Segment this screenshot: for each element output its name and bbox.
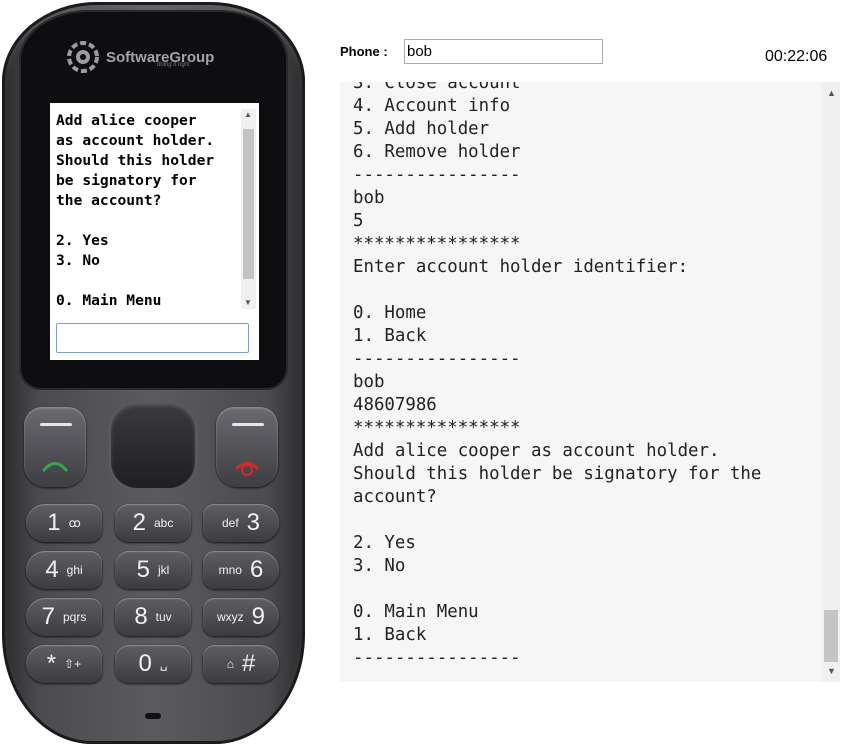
key-hash[interactable]: ⌂ #: [203, 645, 279, 683]
left-softkey[interactable]: [24, 407, 86, 487]
phone-screen-input[interactable]: [56, 323, 249, 353]
key-letters: ghi: [66, 563, 83, 577]
brand-tagline: doing it right: [157, 62, 190, 68]
key-digit: 3: [246, 509, 261, 536]
session-log-text: 3. Close account 4. Account info 5. Add …: [353, 82, 762, 668]
scroll-thumb[interactable]: [824, 610, 838, 662]
key-digit: 7: [41, 603, 55, 630]
key-digit: *: [46, 650, 57, 677]
scroll-up-icon[interactable]: ▲: [827, 88, 836, 98]
key-digit: 8: [134, 603, 148, 630]
key-letters: jkl: [158, 563, 170, 577]
key-digit: 5: [136, 556, 150, 583]
softkey-bar: [232, 423, 264, 426]
session-log-scrollbar[interactable]: ▲ ▼: [822, 82, 840, 682]
key-letters: pqrs: [63, 610, 87, 624]
key-letters: def: [221, 516, 239, 530]
gear-logo-icon: [67, 41, 99, 73]
phone-label: Phone :: [340, 44, 388, 59]
session-log-panel[interactable]: 3. Close account 4. Account info 5. Add …: [340, 82, 840, 682]
key-letters: wxyz: [216, 610, 244, 624]
key-digit: 6: [249, 556, 264, 583]
end-call-icon: [235, 462, 259, 476]
key-5[interactable]: 5 jkl: [115, 551, 191, 589]
voicemail-icon: ꝏ: [68, 516, 81, 530]
session-clock: 00:22:06: [765, 48, 828, 65]
key-digit: 9: [251, 603, 266, 630]
key-digit: 4: [45, 556, 59, 583]
phone-screen-text: Add alice cooper as account holder. Shou…: [56, 112, 215, 309]
call-icon: [42, 462, 68, 472]
key-2[interactable]: 2 abc: [115, 504, 191, 542]
key-digit: 0: [138, 650, 152, 677]
key-4[interactable]: 4 ghi: [26, 551, 102, 589]
scroll-thumb[interactable]: [243, 129, 254, 279]
key-digit: 2: [132, 509, 146, 536]
scroll-up-icon[interactable]: ▲: [244, 111, 252, 119]
phone-number-input[interactable]: [404, 39, 603, 64]
brand-logo: SoftwareGroup: [66, 40, 214, 74]
key-6[interactable]: mno 6: [203, 551, 279, 589]
shift-icon: ⇧+: [64, 657, 82, 671]
key-letters: abc: [154, 516, 174, 530]
key-8[interactable]: 8 tuv: [115, 598, 191, 636]
navigation-key[interactable]: [111, 404, 195, 488]
key-letters: mno: [218, 563, 242, 577]
key-3[interactable]: def 3: [203, 504, 279, 542]
home-icon: ⌂: [226, 657, 234, 671]
key-star[interactable]: * ⇧+: [26, 645, 102, 683]
space-icon: ␣: [159, 657, 168, 671]
softkey-bar: [40, 423, 72, 426]
phone-device: SoftwareGroup doing it right Add alice c…: [2, 2, 305, 744]
phone-screen: Add alice cooper as account holder. Shou…: [50, 103, 259, 360]
key-digit: #: [241, 650, 256, 677]
key-9[interactable]: wxyz 9: [203, 598, 279, 636]
microphone-slot: [145, 713, 161, 719]
key-digit: 1: [47, 509, 61, 536]
phone-screen-scrollbar[interactable]: ▲ ▼: [241, 109, 256, 309]
scroll-down-icon[interactable]: ▼: [827, 666, 836, 676]
key-letters: tuv: [155, 610, 172, 624]
key-7[interactable]: 7 pqrs: [26, 598, 102, 636]
scroll-down-icon[interactable]: ▼: [244, 299, 252, 307]
right-softkey[interactable]: [216, 407, 278, 487]
key-0[interactable]: 0 ␣: [115, 645, 191, 683]
key-1[interactable]: 1ꝏ: [26, 504, 102, 542]
